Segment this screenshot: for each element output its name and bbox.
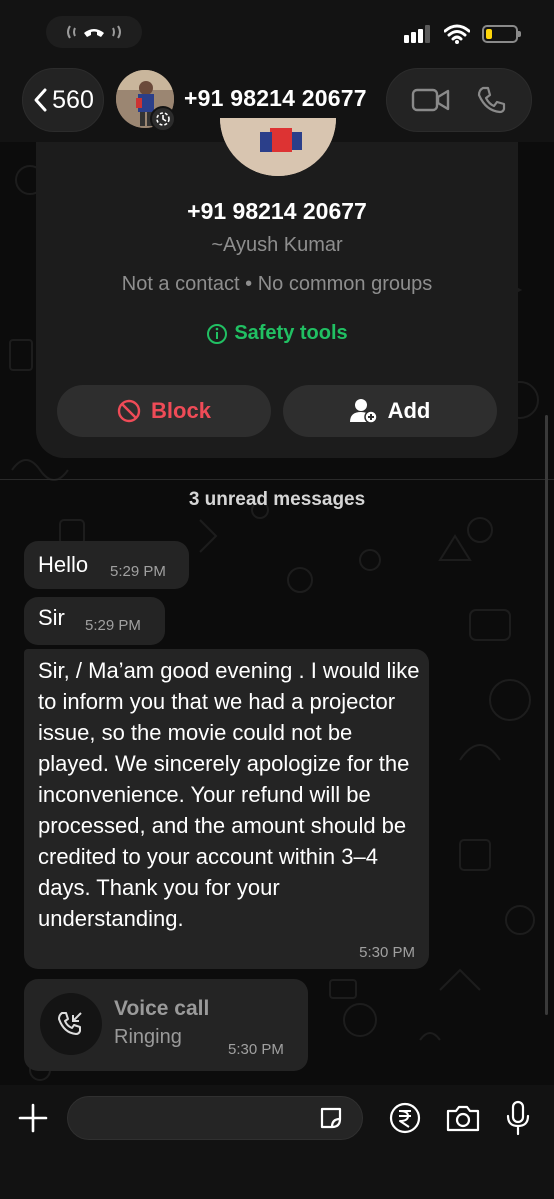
- message-time: 5:29 PM: [85, 617, 141, 634]
- info-icon: [207, 323, 228, 344]
- rupee-icon[interactable]: [389, 1102, 421, 1134]
- divider: [0, 479, 554, 480]
- message-text: Sir: [38, 605, 65, 630]
- mic-icon[interactable]: [505, 1100, 531, 1136]
- message-time: 5:30 PM: [359, 944, 415, 961]
- status-bar: [0, 0, 554, 64]
- chevron-left-icon: [34, 88, 47, 112]
- unread-chats-count: 560: [52, 85, 94, 114]
- voice-call-button[interactable]: [475, 84, 507, 116]
- block-label: Block: [151, 398, 211, 423]
- contact-meta: Not a contact • No common groups: [121, 273, 433, 295]
- wifi-icon: [444, 24, 470, 44]
- call-status: Ringing: [114, 1026, 182, 1048]
- message-bubble[interactable]: Sir 5:29 PM: [24, 597, 165, 645]
- message-bubble[interactable]: Hello 5:29 PM: [24, 541, 189, 589]
- status-ring-icon: [150, 106, 176, 132]
- block-icon: [117, 399, 141, 423]
- contact-push-name: ~Ayush Kumar: [211, 234, 343, 256]
- status-icons: [404, 24, 521, 44]
- unread-messages-banner: 3 unread messages: [188, 489, 366, 510]
- active-call-pill[interactable]: [46, 16, 142, 48]
- cellular-signal-icon: [404, 25, 430, 43]
- battery-icon: [482, 25, 521, 43]
- sticker-icon[interactable]: [318, 1105, 344, 1131]
- add-person-icon: [349, 399, 378, 424]
- video-call-button[interactable]: [411, 86, 451, 114]
- contact-info-card: +91 98214 20677 ~Ayush Kumar Not a conta…: [36, 118, 518, 458]
- attach-button[interactable]: [16, 1101, 50, 1135]
- camera-icon[interactable]: [445, 1103, 481, 1133]
- scrollbar[interactable]: [545, 415, 548, 1015]
- safety-tools-label: Safety tools: [234, 322, 348, 344]
- message-text: Hello: [38, 552, 89, 577]
- back-button[interactable]: 560: [22, 68, 104, 132]
- phone-active-icon: [67, 25, 121, 39]
- call-time: 5:30 PM: [228, 1041, 284, 1058]
- message-time: 5:29 PM: [110, 563, 166, 580]
- chat-title[interactable]: +91 98214 20677: [184, 85, 367, 112]
- call-title: Voice call: [114, 997, 210, 1020]
- contact-phone: +91 98214 20677: [187, 198, 367, 224]
- voice-call-message[interactable]: Voice call Ringing 5:30 PM: [24, 979, 308, 1071]
- call-actions: [386, 68, 532, 132]
- composer-bar: [0, 1085, 554, 1199]
- message-bubble[interactable]: Sir, / Ma’am good evening . I would like…: [24, 649, 429, 969]
- safety-tools-link[interactable]: Safety tools: [36, 322, 518, 345]
- message-text: Sir, / Ma’am good evening . I would like…: [38, 658, 420, 931]
- plus-icon: [18, 1103, 48, 1133]
- block-button[interactable]: Block: [57, 385, 271, 437]
- add-contact-button[interactable]: Add: [283, 385, 497, 437]
- incoming-call-icon: [40, 993, 102, 1055]
- add-label: Add: [387, 398, 431, 423]
- contact-card-avatar: [220, 118, 336, 176]
